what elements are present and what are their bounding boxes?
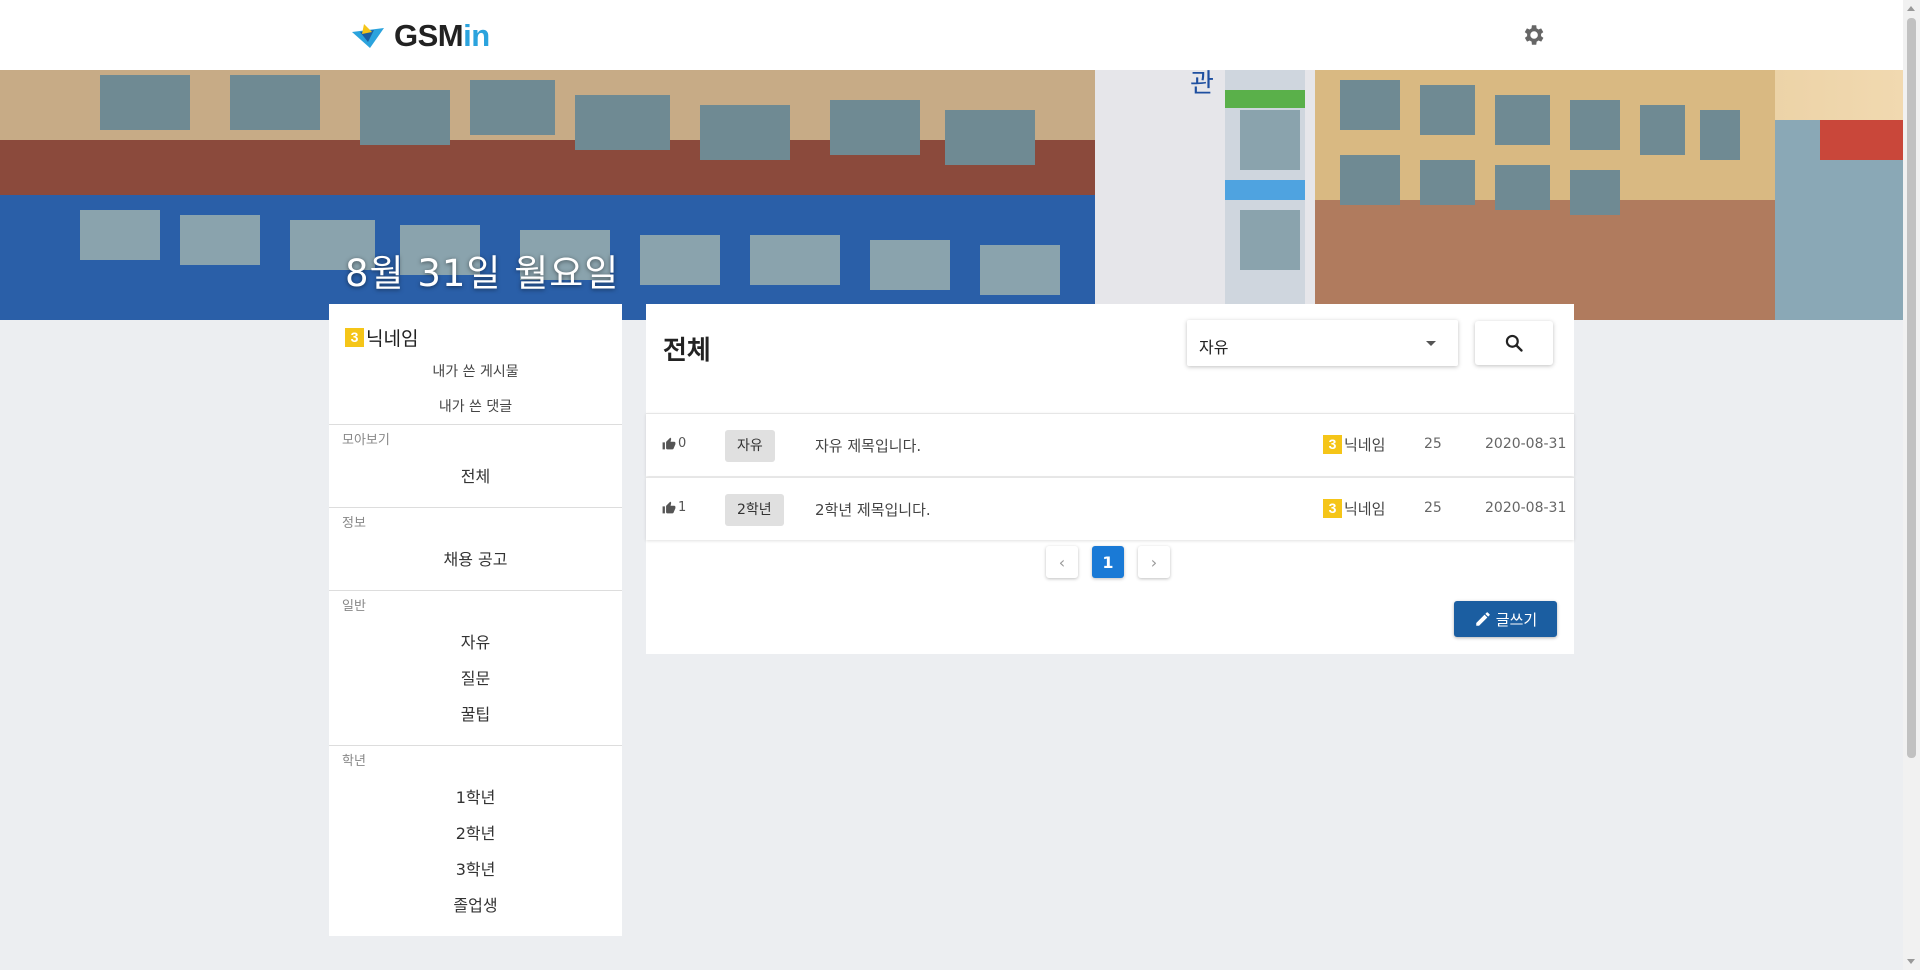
section-caption-info: 정보	[342, 516, 366, 531]
post-row[interactable]: 1 2학년 2학년 제목입니다. 3 닉네임 25 2020-08-31	[646, 477, 1574, 540]
author-grade-badge: 3	[1323, 499, 1342, 518]
sidebar-item-grade1[interactable]: 1학년	[329, 784, 622, 808]
thumb-up-icon	[662, 437, 676, 450]
caret-down-icon	[1426, 341, 1436, 346]
logo-icon	[352, 24, 384, 48]
grade-badge: 3	[345, 328, 364, 347]
prev-page-button[interactable]: ‹	[1046, 546, 1078, 578]
profile-nickname: 닉네임	[366, 328, 419, 350]
search-button[interactable]	[1475, 321, 1553, 365]
section-caption-grade: 학년	[342, 754, 366, 769]
hero-banner: 관 8월 31일 월요일	[0, 70, 1903, 320]
author-nickname: 닉네임	[1344, 500, 1386, 518]
write-button[interactable]: 글쓰기	[1454, 601, 1557, 637]
post-author: 3 닉네임	[1323, 498, 1385, 519]
post-like-count: 0	[678, 436, 687, 451]
post-views: 25	[1424, 436, 1442, 452]
sidebar-item-all[interactable]: 전체	[329, 463, 622, 487]
sidebar-divider	[329, 745, 622, 746]
category-select[interactable]: 자유	[1187, 320, 1458, 366]
post-row[interactable]: 0 자유 자유 제목입니다. 3 닉네임 25 2020-08-31	[646, 413, 1574, 476]
post-title[interactable]: 자유 제목입니다.	[815, 435, 921, 456]
post-likes: 0	[662, 436, 686, 451]
write-button-label: 글쓰기	[1495, 610, 1538, 629]
top-bar: GSMin	[0, 0, 1903, 70]
hero-building-image: 관	[0, 70, 1903, 320]
scrollbar[interactable]	[1903, 0, 1920, 970]
post-author: 3 닉네임	[1323, 434, 1385, 455]
thumb-up-icon	[662, 501, 676, 514]
board-panel: 전체 자유 0 자유 자유 제목입니다. 3 닉네임 25 2020-08-31…	[646, 304, 1574, 654]
page-button-current[interactable]: 1	[1092, 546, 1124, 578]
sidebar-item-tips[interactable]: 꿀팁	[329, 701, 622, 725]
svg-text:관: 관	[1190, 70, 1214, 99]
section-caption-general: 일반	[342, 599, 366, 614]
sidebar-item-grade3[interactable]: 3학년	[329, 856, 622, 880]
profile[interactable]: 3 닉네임	[345, 324, 418, 351]
post-category-chip: 자유	[725, 430, 775, 462]
post-category-chip: 2학년	[725, 494, 784, 526]
sidebar-item-grade2[interactable]: 2학년	[329, 820, 622, 844]
author-nickname: 닉네임	[1344, 436, 1386, 454]
sidebar-item-question[interactable]: 질문	[329, 665, 622, 689]
section-caption-overview: 모아보기	[342, 433, 390, 448]
sidebar-divider	[329, 590, 622, 591]
post-date: 2020-08-31	[1485, 500, 1567, 516]
hero-date: 8월 31일 월요일	[345, 252, 620, 295]
sidebar-item-free[interactable]: 자유	[329, 629, 622, 653]
author-grade-badge: 3	[1323, 435, 1342, 454]
logo-text: GSMin	[394, 18, 490, 53]
sidebar-item-jobs[interactable]: 채용 공고	[329, 546, 622, 570]
my-posts-link[interactable]: 내가 쓴 게시물	[329, 361, 622, 381]
post-likes: 1	[662, 500, 686, 515]
search-icon	[1505, 334, 1523, 352]
sidebar-divider	[329, 507, 622, 508]
my-comments-link[interactable]: 내가 쓴 댓글	[329, 396, 622, 416]
logo[interactable]: GSMin	[352, 18, 490, 54]
category-select-value: 자유	[1199, 338, 1229, 357]
post-like-count: 1	[678, 500, 687, 515]
post-date: 2020-08-31	[1485, 436, 1567, 452]
gear-icon	[1524, 25, 1544, 45]
page-title: 전체	[663, 336, 711, 366]
scroll-down-arrow-icon[interactable]	[1907, 959, 1915, 964]
sidebar: 3 닉네임 내가 쓴 게시물 내가 쓴 댓글 모아보기 전체 정보 채용 공고 …	[329, 304, 622, 936]
sidebar-divider	[329, 424, 622, 425]
settings-button[interactable]	[1520, 22, 1546, 48]
post-views: 25	[1424, 500, 1442, 516]
post-title[interactable]: 2학년 제목입니다.	[815, 499, 931, 520]
scroll-up-arrow-icon[interactable]	[1907, 6, 1915, 11]
scroll-thumb[interactable]	[1907, 18, 1916, 758]
pencil-icon	[1476, 612, 1490, 626]
pagination: ‹ 1 ›	[1046, 546, 1170, 578]
sidebar-item-graduates[interactable]: 졸업생	[329, 892, 622, 916]
next-page-button[interactable]: ›	[1138, 546, 1170, 578]
